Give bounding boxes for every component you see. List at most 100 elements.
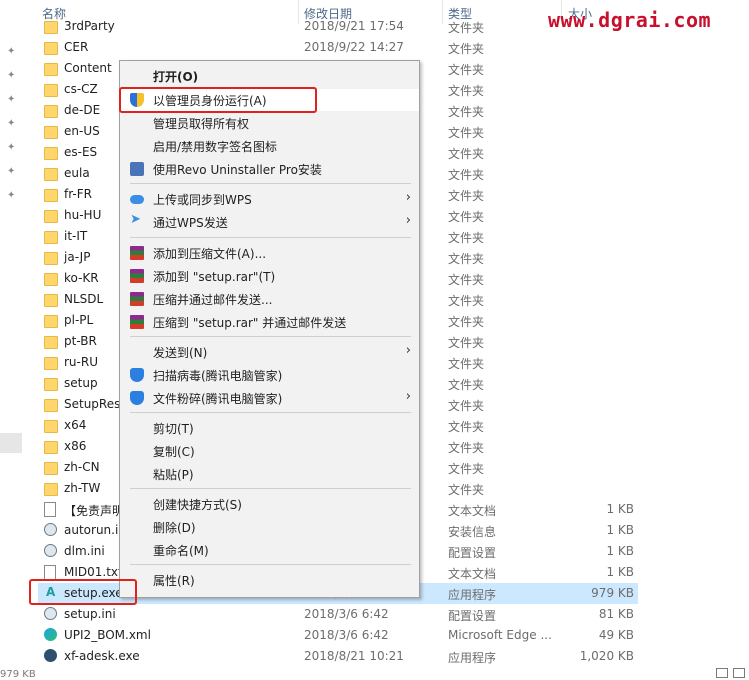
menu-item-rename[interactable]: 重命名(M) bbox=[120, 539, 419, 561]
menu-item-cut[interactable]: 剪切(T) bbox=[120, 417, 419, 439]
menu-item-take-ownership[interactable]: 管理员取得所有权 bbox=[120, 112, 419, 134]
file-row[interactable]: xf-adesk.exe 2018/8/21 10:21 应用程序 1,020 KB bbox=[38, 646, 638, 667]
submenu-arrow-icon: › bbox=[405, 389, 411, 404]
file-name: Content bbox=[64, 61, 112, 75]
folder-icon bbox=[44, 63, 58, 76]
menu-separator bbox=[130, 564, 411, 565]
menu-item-add-archive[interactable]: 添加到压缩文件(A)... bbox=[120, 242, 419, 264]
file-type: 应用程序 bbox=[448, 588, 497, 602]
menu-item-add-setup-rar[interactable]: 添加到 "setup.rar"(T) bbox=[120, 265, 419, 287]
menu-separator bbox=[130, 183, 411, 184]
file-type: 文件夹 bbox=[448, 420, 485, 434]
file-type: 文件夹 bbox=[448, 63, 485, 77]
file-type: 文件夹 bbox=[448, 105, 485, 119]
menu-separator bbox=[130, 336, 411, 337]
file-type: 文件夹 bbox=[448, 126, 485, 140]
menu-item-label: 剪切(T) bbox=[153, 422, 194, 436]
pin-icon[interactable]: ✦ bbox=[7, 118, 15, 129]
folder-icon bbox=[44, 378, 58, 391]
pin-icon[interactable]: ✦ bbox=[7, 142, 15, 153]
file-size: 49 KB bbox=[598, 628, 634, 642]
nav-scroll-thumb[interactable] bbox=[0, 433, 22, 453]
menu-item-delete[interactable]: 删除(D) bbox=[120, 516, 419, 538]
file-type: 应用程序 bbox=[448, 651, 497, 665]
menu-item-copy[interactable]: 复制(C) bbox=[120, 440, 419, 462]
file-date: 2018/3/6 6:42 bbox=[304, 607, 389, 621]
menu-separator bbox=[130, 412, 411, 413]
file-row[interactable]: 3rdParty 2018/9/21 17:54 文件夹 bbox=[38, 16, 638, 37]
pin-icon[interactable]: ✦ bbox=[7, 70, 15, 81]
file-type: 文件夹 bbox=[448, 147, 485, 161]
menu-item-send-to[interactable]: 发送到(N) › bbox=[120, 341, 419, 363]
file-type: 文件夹 bbox=[448, 441, 485, 455]
status-size-text: 979 KB bbox=[0, 669, 36, 680]
file-row[interactable]: setup.ini 2018/3/6 6:42 配置设置 81 KB bbox=[38, 604, 638, 625]
file-date: 2018/3/6 6:42 bbox=[304, 628, 389, 642]
submenu-arrow-icon: › bbox=[405, 190, 411, 205]
folder-icon bbox=[44, 399, 58, 412]
folder-icon bbox=[44, 462, 58, 475]
file-name: SetupRes bbox=[64, 397, 121, 411]
cloud-icon bbox=[130, 195, 144, 204]
folder-icon bbox=[44, 210, 58, 223]
menu-item-compress-email[interactable]: 压缩并通过邮件发送... bbox=[120, 288, 419, 310]
file-type: 文件夹 bbox=[448, 273, 485, 287]
file-row[interactable]: CER 2018/9/22 14:27 文件夹 bbox=[38, 37, 638, 58]
file-name: ko-KR bbox=[64, 271, 99, 285]
submenu-arrow-icon: › bbox=[405, 213, 411, 228]
revo-uninstaller-icon bbox=[130, 162, 144, 176]
menu-item-properties[interactable]: 属性(R) bbox=[120, 569, 419, 591]
menu-item-open[interactable]: 打开(O) bbox=[120, 65, 419, 87]
menu-item-revo-install[interactable]: 使用Revo Uninstaller Pro安装 bbox=[120, 158, 419, 180]
pin-icon[interactable]: ✦ bbox=[7, 166, 15, 177]
folder-icon bbox=[44, 441, 58, 454]
file-name: x64 bbox=[64, 418, 87, 432]
app-icon bbox=[44, 649, 57, 662]
pin-icon[interactable]: ✦ bbox=[7, 94, 15, 105]
menu-item-wps-send[interactable]: ➤ 通过WPS发送 › bbox=[120, 211, 419, 233]
file-name: x86 bbox=[64, 439, 87, 453]
menu-item-label: 文件粉碎(腾讯电脑管家) bbox=[153, 392, 283, 406]
menu-item-label: 重命名(M) bbox=[153, 544, 209, 558]
file-name: cs-CZ bbox=[64, 82, 98, 96]
menu-item-wps-upload[interactable]: 上传或同步到WPS › bbox=[120, 188, 419, 210]
menu-item-label: 添加到压缩文件(A)... bbox=[153, 247, 267, 261]
menu-item-shred[interactable]: 文件粉碎(腾讯电脑管家) › bbox=[120, 387, 419, 409]
file-type: 文件夹 bbox=[448, 483, 485, 497]
gear-icon bbox=[44, 607, 57, 620]
file-name: NLSDL bbox=[64, 292, 104, 306]
file-type: 文件夹 bbox=[448, 357, 485, 371]
doc-icon bbox=[44, 565, 56, 580]
pin-icon[interactable]: ✦ bbox=[7, 190, 15, 201]
context-menu: 打开(O) 以管理员身份运行(A) 管理员取得所有权 启用/禁用数字签名图标 使… bbox=[119, 60, 420, 598]
file-type: 文件夹 bbox=[448, 462, 485, 476]
winrar-icon bbox=[130, 269, 144, 283]
file-size: 1,020 KB bbox=[579, 649, 634, 663]
folder-icon bbox=[44, 189, 58, 202]
folder-icon bbox=[44, 357, 58, 370]
file-type: 文本文档 bbox=[448, 567, 497, 581]
file-row[interactable]: UPI2_BOM.xml 2018/3/6 6:42 Microsoft Edge … bbox=[38, 625, 638, 646]
menu-item-create-shortcut[interactable]: 创建快捷方式(S) bbox=[120, 493, 419, 515]
menu-item-label: 压缩到 "setup.rar" 并通过邮件发送 bbox=[153, 316, 347, 330]
folder-icon bbox=[44, 168, 58, 181]
menu-item-scan-virus[interactable]: 扫描病毒(腾讯电脑管家) bbox=[120, 364, 419, 386]
file-name: 【免责声明 bbox=[64, 504, 125, 518]
menu-item-paste[interactable]: 粘贴(P) bbox=[120, 463, 419, 485]
file-type: 文件夹 bbox=[448, 315, 485, 329]
file-name: ru-RU bbox=[64, 355, 98, 369]
gear-icon bbox=[44, 544, 57, 557]
menu-item-label: 使用Revo Uninstaller Pro安装 bbox=[153, 163, 322, 177]
file-size: 1 KB bbox=[606, 502, 634, 516]
menu-item-toggle-signature[interactable]: 启用/禁用数字签名图标 bbox=[120, 135, 419, 157]
menu-item-compress-setup-email[interactable]: 压缩到 "setup.rar" 并通过邮件发送 bbox=[120, 311, 419, 333]
file-name: UPI2_BOM.xml bbox=[64, 628, 151, 642]
file-name: hu-HU bbox=[64, 208, 102, 222]
menu-item-label: 发送到(N) bbox=[153, 346, 208, 360]
navigation-pane: ✦ ✦ ✦ ✦ ✦ ✦ ✦ bbox=[0, 0, 30, 677]
pin-icon[interactable]: ✦ bbox=[7, 46, 15, 57]
file-type: 配置设置 bbox=[448, 546, 497, 560]
winrar-icon bbox=[130, 315, 144, 329]
menu-item-label: 添加到 "setup.rar"(T) bbox=[153, 270, 276, 284]
highlight-run-as-admin bbox=[119, 87, 317, 113]
